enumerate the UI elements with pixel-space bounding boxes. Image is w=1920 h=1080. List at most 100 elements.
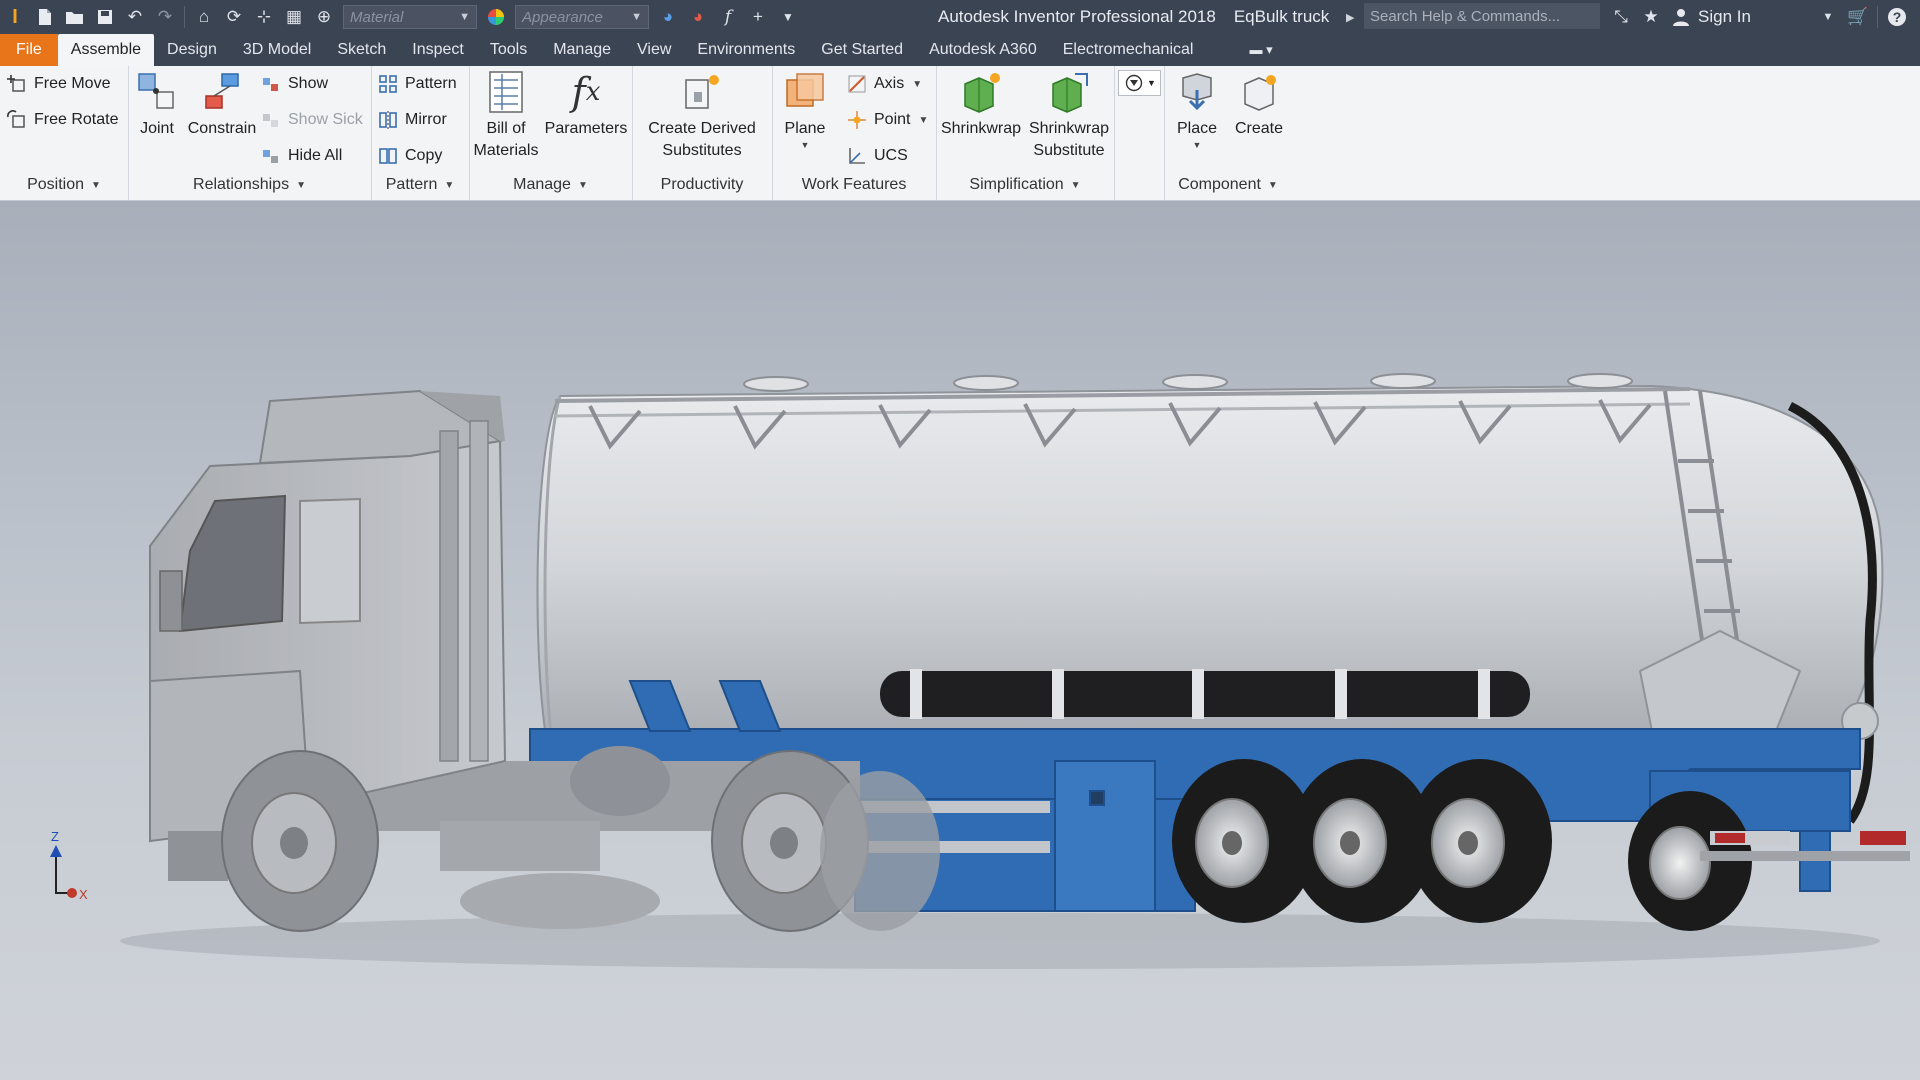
show-button[interactable]: Show — [260, 70, 328, 98]
user-icon[interactable] — [1666, 2, 1696, 32]
show-sick-label: Show Sick — [288, 111, 363, 128]
axis-label: Axis — [874, 75, 905, 92]
tab-view[interactable]: View — [624, 34, 684, 66]
save-icon[interactable] — [90, 2, 120, 32]
home-icon[interactable]: ⌂ — [189, 2, 219, 32]
search-input[interactable]: Search Help & Commands... — [1364, 3, 1600, 29]
free-move-button[interactable]: Free Move — [6, 70, 110, 98]
appearance-placeholder: Appearance — [522, 8, 603, 26]
tab-assemble[interactable]: Assemble — [57, 34, 155, 66]
joint-button[interactable]: Joint — [132, 68, 182, 140]
shrinkwrap-substitute-button[interactable]: Shrinkwrap Substitute — [1026, 68, 1112, 162]
appearance-adjust-icon[interactable]: ◕ — [653, 2, 683, 32]
hide-all-button[interactable]: Hide All — [260, 142, 342, 170]
formula-icon[interactable]: f — [713, 2, 743, 32]
chevron-down-icon: ▼ — [912, 78, 923, 90]
tab-tools[interactable]: Tools — [477, 34, 540, 66]
appearance-dropdown[interactable]: Appearance ▼ — [515, 5, 649, 29]
open-icon[interactable] — [60, 2, 90, 32]
chevron-down-icon: ▼ — [296, 179, 306, 191]
new-icon[interactable] — [30, 2, 60, 32]
material-placeholder: Material — [350, 8, 404, 26]
panel-manage-title: Manage — [513, 176, 571, 193]
constrain-button[interactable]: Constrain — [184, 68, 260, 140]
bill-of-materials-button[interactable]: Bill of Materials — [471, 68, 541, 162]
panel-productivity-title: Productivity — [660, 176, 744, 193]
color-wheel-icon[interactable] — [481, 2, 511, 32]
sign-in-button[interactable]: Sign In — [1698, 7, 1751, 27]
ucs-button[interactable]: UCS — [846, 142, 908, 170]
axis-button[interactable]: Axis ▼ — [846, 70, 922, 98]
shrinkwrap-button[interactable]: Shrinkwrap — [940, 68, 1022, 140]
panel-relationships-label[interactable]: Relationships ▼ — [128, 174, 371, 196]
parameters-label: Parameters — [544, 120, 628, 137]
help-icon[interactable]: ? — [1882, 2, 1912, 32]
tab-inspect[interactable]: Inspect — [399, 34, 477, 66]
panel-pattern-label[interactable]: Pattern ▼ — [371, 174, 469, 196]
shrinkwrap-label: Shrinkwrap — [940, 120, 1022, 137]
truck-model[interactable]: Z X — [0, 201, 1920, 1080]
free-rotate-button[interactable]: Free Rotate — [6, 106, 118, 134]
update-icon[interactable]: ⟳ — [219, 2, 249, 32]
customize-icon[interactable]: ▼ — [773, 2, 803, 32]
place-button[interactable]: Place ▼ — [1166, 68, 1228, 150]
select-icon[interactable]: ⊹ — [249, 2, 279, 32]
hide-all-label: Hide All — [288, 147, 343, 164]
panel-position-label[interactable]: Position ▼ — [0, 174, 128, 196]
material-dropdown[interactable]: Material ▼ — [343, 5, 477, 29]
panel-component: Place ▼ Create Component ▼ — [1164, 66, 1292, 200]
ribbon: Free Move Free Rotate Position ▼ Joint Co… — [0, 66, 1920, 201]
graphics-viewport[interactable]: Z X — [0, 201, 1920, 1080]
create-derived-substitutes-button[interactable]: Create Derived Substitutes — [634, 68, 770, 162]
joint-label: Joint — [140, 120, 174, 137]
panel-simplification: Shrinkwrap Shrinkwrap Substitute Simplif… — [936, 66, 1115, 200]
parameters-button[interactable]: fx Parameters — [543, 68, 629, 140]
tab-autodesk-a360[interactable]: Autodesk A360 — [916, 34, 1050, 66]
constrain-icon — [198, 68, 246, 116]
tab-electromechanical[interactable]: Electromechanical — [1050, 34, 1207, 66]
create-button[interactable]: Create — [1228, 68, 1290, 140]
measure-icon[interactable]: ▦ — [279, 2, 309, 32]
point-button[interactable]: Point ▼ — [846, 106, 928, 134]
ribbon-display-toggle-icon[interactable]: ▬ ▾ — [1236, 34, 1285, 66]
redo-icon[interactable]: ↷ — [150, 2, 180, 32]
panel-position: Free Move Free Rotate Position ▼ — [0, 66, 129, 200]
tab-environments[interactable]: Environments — [684, 34, 808, 66]
copy-label: Copy — [405, 147, 443, 164]
panel-component-label[interactable]: Component ▼ — [1164, 174, 1292, 196]
mirror-button[interactable]: Mirror — [377, 106, 447, 134]
pattern-button[interactable]: Pattern — [377, 70, 457, 98]
create-derived-substitutes-label-2: Substitutes — [662, 142, 742, 159]
selection-filter-dropdown[interactable]: ▼ — [1118, 70, 1161, 96]
tab-get-started[interactable]: Get Started — [808, 34, 916, 66]
cart-icon[interactable]: 🛒 — [1843, 2, 1873, 32]
tab-sketch[interactable]: Sketch — [324, 34, 399, 66]
panel-productivity: Create Derived Substitutes Productivity — [632, 66, 773, 200]
star-icon[interactable]: ★ — [1636, 2, 1666, 32]
tab-manage[interactable]: Manage — [540, 34, 624, 66]
tab-3d-model[interactable]: 3D Model — [230, 34, 324, 66]
view-triad[interactable]: Z X — [50, 829, 88, 902]
inventor-logo[interactable]: I — [0, 0, 30, 34]
plane-button[interactable]: Plane ▼ — [774, 68, 836, 150]
plus-icon[interactable]: + — [743, 2, 773, 32]
search-go-icon[interactable]: ⤡ — [1606, 2, 1636, 32]
chevron-right-icon[interactable]: ▶ — [1346, 0, 1354, 34]
clear-appearance-icon[interactable]: ◕ — [683, 2, 713, 32]
tab-design[interactable]: Design — [154, 34, 230, 66]
show-sick-button[interactable]: Show Sick — [260, 106, 363, 134]
pattern-label: Pattern — [405, 75, 457, 92]
search-placeholder: Search Help & Commands... — [1370, 7, 1561, 25]
web-icon[interactable]: ⊕ — [309, 2, 339, 32]
ribbon-tabs: File Assemble Design 3D Model Sketch Ins… — [0, 34, 1920, 66]
copy-button[interactable]: Copy — [377, 142, 442, 170]
chevron-down-icon[interactable]: ▼ — [1813, 2, 1843, 32]
panel-simplification-label[interactable]: Simplification ▼ — [936, 174, 1114, 196]
tab-file[interactable]: File — [0, 34, 58, 66]
inventor-window: I ↶ ↷ ⌂ ⟳ ⊹ ▦ ⊕ Material ▼ Appearance ▼ … — [0, 0, 1920, 1080]
ucs-icon — [846, 145, 868, 167]
bill-of-materials-icon — [482, 68, 530, 116]
copy-icon — [377, 145, 399, 167]
undo-icon[interactable]: ↶ — [120, 2, 150, 32]
panel-manage-label[interactable]: Manage ▼ — [469, 174, 632, 196]
